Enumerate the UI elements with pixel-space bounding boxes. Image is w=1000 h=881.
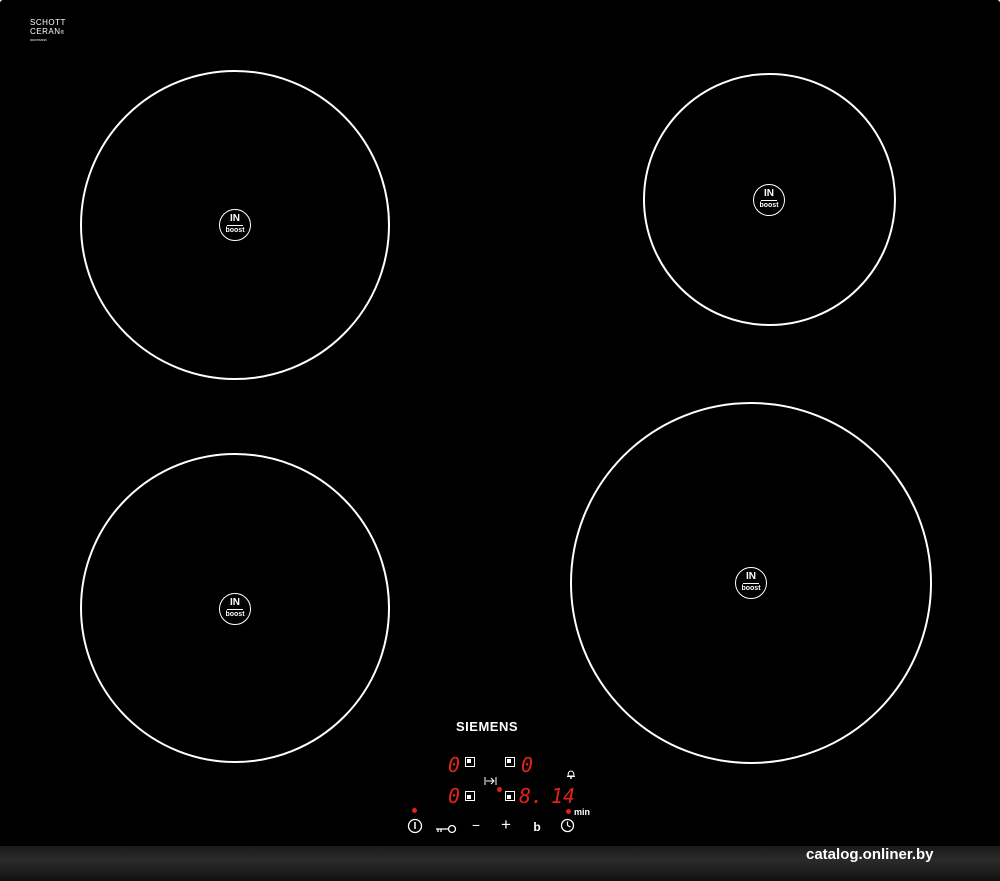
power-icon[interactable] [407, 818, 423, 834]
boost-label: boost [225, 611, 245, 618]
indicator-dot [566, 809, 571, 814]
timer-select-icon[interactable] [484, 773, 498, 785]
timer-display: 14 [551, 784, 576, 808]
zone-display-bottom-right: 8. [519, 784, 544, 808]
zone-position-icon [465, 757, 475, 767]
minus-button[interactable]: − [469, 818, 483, 832]
boost-label: boost [741, 585, 761, 592]
zone-display-top-right: 0 [521, 753, 534, 777]
schott-text: SCHOTT [30, 18, 66, 27]
siemens-logo: SIEMENS [456, 719, 519, 734]
boost-label: boost [759, 202, 779, 209]
zone-display-top-left: 0 [448, 753, 461, 777]
power-indicator-dot [412, 808, 417, 813]
schott-ceran-logo: SCHOTT CERAN® 0000782936 [30, 18, 66, 43]
bell-icon[interactable] [565, 767, 577, 779]
zone-display-bottom-left: 0 [448, 784, 461, 808]
ceran-text: CERAN [30, 27, 61, 36]
induction-boost-icon: IN boost [735, 567, 767, 599]
b-button[interactable]: b [531, 820, 543, 834]
induction-boost-icon: IN boost [219, 593, 251, 625]
minutes-label: min [574, 807, 591, 817]
key-icon[interactable] [435, 821, 457, 834]
zone-position-icon [505, 757, 515, 767]
indicator-dot [497, 787, 502, 792]
in-label: IN [761, 188, 777, 201]
in-label: IN [227, 213, 243, 226]
boost-label: boost [225, 227, 245, 234]
plus-button[interactable]: + [499, 816, 513, 833]
zone-position-icon [505, 791, 515, 801]
in-label: IN [227, 597, 243, 610]
watermark: catalog.onliner.by [806, 846, 934, 863]
cooktop-panel: SCHOTT CERAN® 0000782936 IN boost IN boo… [0, 0, 1000, 881]
ceran-mark: ® [60, 30, 65, 36]
induction-boost-icon: IN boost [219, 209, 251, 241]
zone-position-icon [465, 791, 475, 801]
in-label: IN [743, 571, 759, 584]
model-number: 0000782936 [30, 38, 47, 42]
induction-boost-icon: IN boost [753, 184, 785, 216]
clock-icon[interactable] [560, 818, 575, 833]
